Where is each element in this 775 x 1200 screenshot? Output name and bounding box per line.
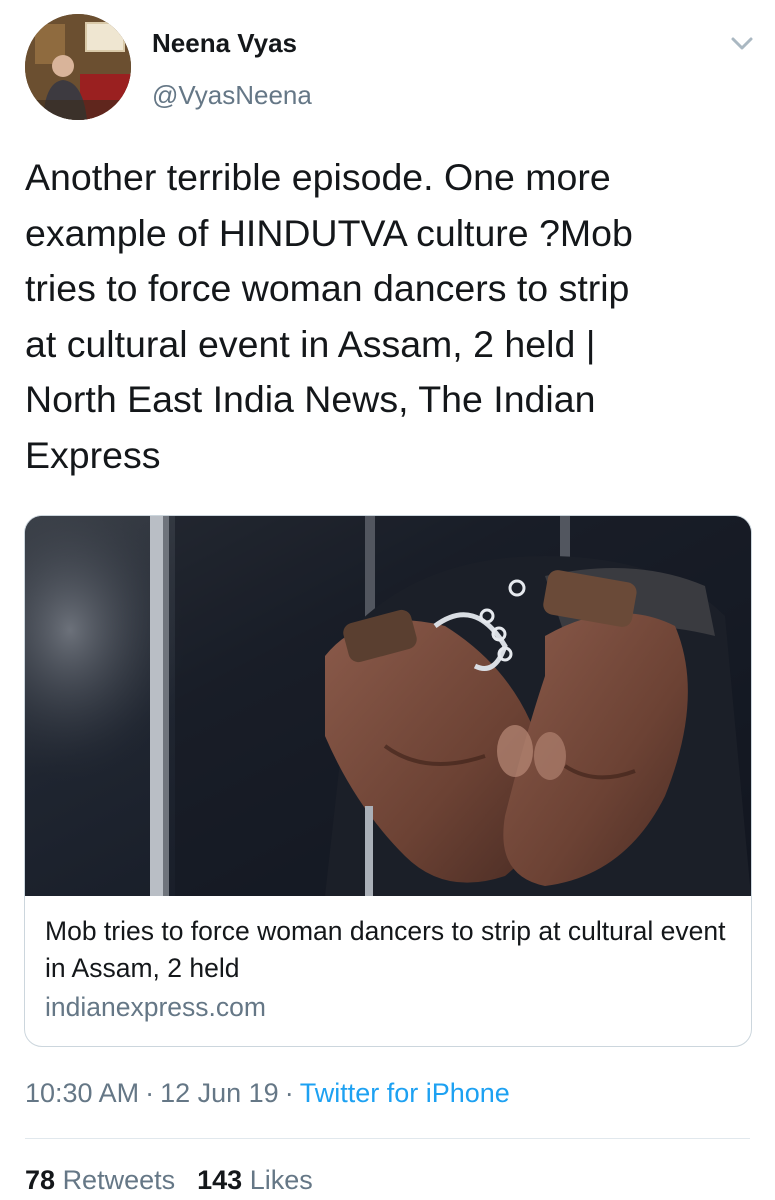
- tweet-source-link[interactable]: Twitter for iPhone: [300, 1078, 510, 1108]
- tweet-stats: 78 Retweets 143 Likes: [25, 1165, 313, 1196]
- chevron-down-icon[interactable]: [724, 26, 760, 62]
- tweet-text: Another terrible episode. One more examp…: [25, 156, 633, 476]
- meta-separator: ·: [284, 1078, 294, 1108]
- tweet-header: Neena Vyas @VyasNeena: [0, 0, 775, 130]
- likes-stat[interactable]: 143 Likes: [197, 1165, 313, 1195]
- card-domain[interactable]: indianexpress.com: [45, 989, 735, 1026]
- likes-count: 143: [197, 1165, 243, 1195]
- retweets-label: Retweets: [62, 1165, 176, 1195]
- author-display-name[interactable]: Neena Vyas: [152, 28, 297, 59]
- author-handle[interactable]: @VyasNeena: [152, 80, 312, 111]
- card-body[interactable]: Mob tries to force woman dancers to stri…: [45, 913, 735, 1026]
- author-avatar[interactable]: [25, 14, 131, 120]
- card-title[interactable]: Mob tries to force woman dancers to stri…: [45, 913, 735, 987]
- likes-label: Likes: [249, 1165, 313, 1195]
- divider: [25, 1138, 750, 1139]
- retweets-stat[interactable]: 78 Retweets: [25, 1165, 175, 1195]
- link-preview-card[interactable]: Mob tries to force woman dancers to stri…: [24, 515, 752, 1047]
- tweet-date[interactable]: 12 Jun 19: [160, 1078, 279, 1108]
- handcuffed-hands-icon: [25, 516, 751, 896]
- card-image[interactable]: [25, 516, 751, 896]
- retweets-count: 78: [25, 1165, 56, 1195]
- tweet-time[interactable]: 10:30 AM: [25, 1078, 139, 1108]
- avatar-photo-icon: [25, 14, 131, 120]
- meta-separator: ·: [145, 1078, 155, 1108]
- tweet-meta: 10:30 AM · 12 Jun 19 · Twitter for iPhone: [25, 1078, 510, 1109]
